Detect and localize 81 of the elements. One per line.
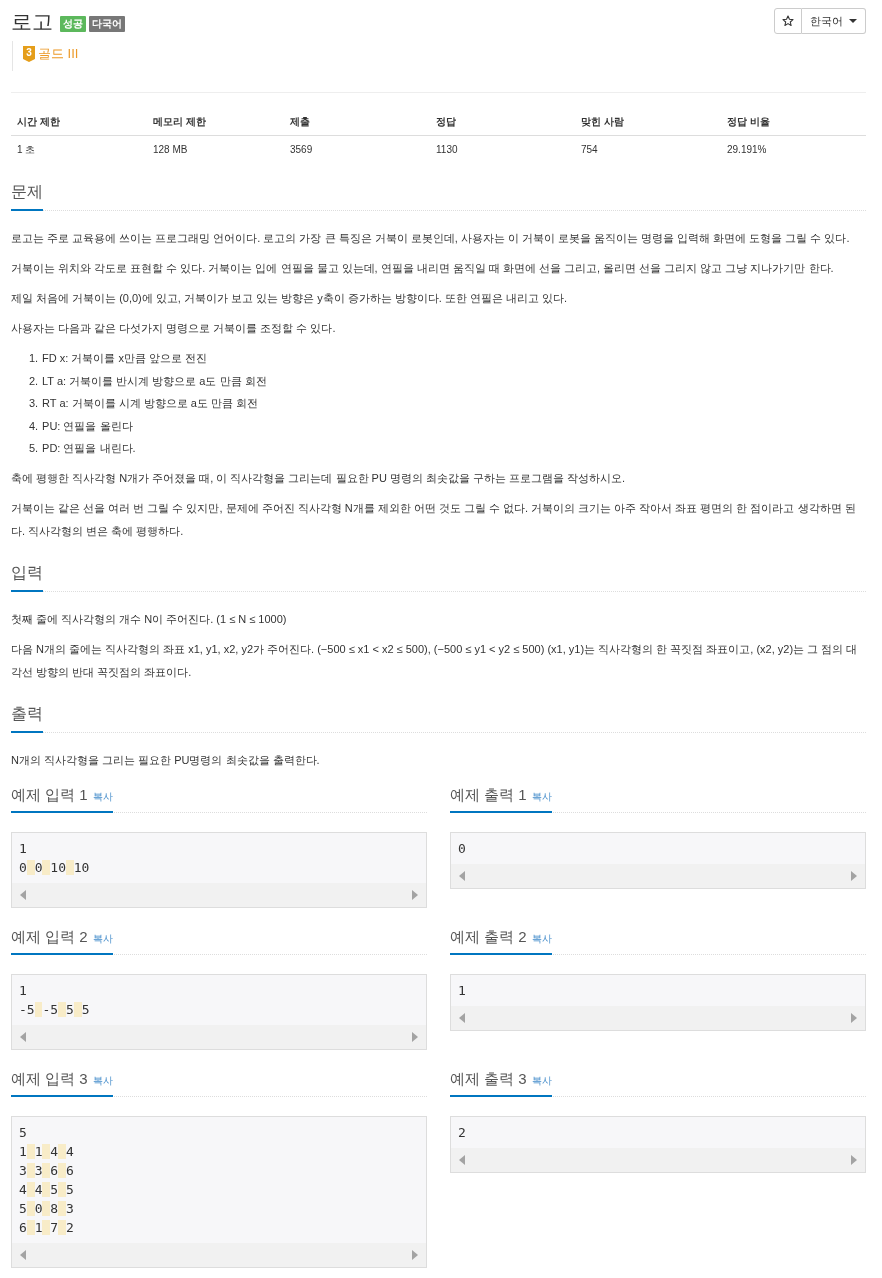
left-triangle-icon[interactable] xyxy=(459,1012,465,1023)
star-button[interactable] xyxy=(774,8,802,34)
sample-title: 예제 출력 3 xyxy=(450,1068,527,1089)
code-line: 6 1 7 2 xyxy=(19,1218,75,1237)
code-line: 4 4 5 5 xyxy=(19,1180,75,1199)
copy-link[interactable]: 복사 xyxy=(92,1073,113,1088)
code-line: 0 xyxy=(458,839,467,858)
section-title: 문제 xyxy=(11,180,43,211)
section-title: 출력 xyxy=(11,701,43,733)
code-line: 1 xyxy=(19,981,28,1000)
column-header: 정답 xyxy=(430,111,575,136)
copy-link[interactable]: 복사 xyxy=(92,931,113,946)
table-cell: 128 MB xyxy=(147,135,284,162)
code-line: -5 -5 5 5 xyxy=(19,1000,91,1019)
sample-title: 예제 출력 2 xyxy=(450,926,527,947)
horizontal-scrollbar[interactable] xyxy=(12,1024,426,1049)
section-title: 입력 xyxy=(11,560,43,592)
sample-title: 예제 입력 3 xyxy=(11,1068,88,1089)
code-line: 1 1 4 4 xyxy=(19,1142,75,1161)
code-line: 1 xyxy=(19,839,28,858)
paragraph: N개의 직사각형을 그리는 필요한 PU명령의 최솟값을 출력한다. xyxy=(11,752,321,768)
problem-title: 로고 xyxy=(11,10,53,34)
list-item: 3. RT a: 거북이를 시계 방향으로 a도 만큼 회전 xyxy=(29,396,259,411)
code-line: 1 xyxy=(458,981,467,1000)
paragraph: 사용자는 다음과 같은 다섯가지 명령으로 거북이를 조정할 수 있다. xyxy=(11,321,337,336)
code-line: 2 xyxy=(458,1123,467,1142)
code-line: 0 0 10 10 xyxy=(19,858,91,877)
list-item: 5. PD: 연필을 내린다. xyxy=(29,441,137,456)
code-line: 3 3 6 6 xyxy=(19,1161,75,1180)
table-cell: 29.191% xyxy=(721,135,866,162)
column-header: 정답 비율 xyxy=(721,111,866,136)
list-item: 4. PU: 연필을 올린다 xyxy=(29,418,134,434)
right-triangle-icon[interactable] xyxy=(851,870,857,881)
column-header: 제출 xyxy=(284,111,430,136)
table-cell: 1130 xyxy=(430,135,575,162)
paragraph: 첫째 줄에 직사각형의 개수 N이 주어진다. (1 ≤ N ≤ 1000) xyxy=(11,611,288,627)
paragraph: 거북이는 같은 선을 여러 번 그릴 수 있지만, 문제에 주어진 직사각형 N개를 제외한 어떤 것도 그릴 수 없다. 거북이의 크기는 아주 작아서 좌표 평면의 한 점이라고 생각하면 된다. 직사각형의 변은 축에 평행하다. xyxy=(11,500,857,539)
horizontal-scrollbar[interactable] xyxy=(12,1242,426,1267)
problem-tag: 다국어 xyxy=(89,16,125,32)
right-triangle-icon[interactable] xyxy=(851,1154,857,1165)
horizontal-scrollbar[interactable] xyxy=(451,1005,865,1030)
copy-link[interactable]: 복사 xyxy=(531,1073,552,1088)
list-item: 2. LT a: 거북이를 반시계 방향으로 a도 만큼 회전 xyxy=(29,373,268,389)
horizontal-scrollbar[interactable] xyxy=(451,863,865,888)
horizontal-scrollbar[interactable] xyxy=(12,882,426,907)
column-header: 맞힌 사람 xyxy=(575,111,721,136)
right-triangle-icon[interactable] xyxy=(412,889,418,900)
copy-link[interactable]: 복사 xyxy=(92,789,113,804)
copy-link[interactable]: 복사 xyxy=(531,789,552,804)
sample-title: 예제 출력 1 xyxy=(450,784,527,805)
tier-label: 골드 III xyxy=(38,45,79,63)
copy-link[interactable]: 복사 xyxy=(531,931,552,946)
column-header: 시간 제한 xyxy=(11,111,147,136)
left-triangle-icon[interactable] xyxy=(20,889,26,900)
list-item: 1. FD x: 거북이를 x만큼 앞으로 전진 xyxy=(29,351,209,366)
table-cell: 754 xyxy=(575,135,721,162)
horizontal-scrollbar[interactable] xyxy=(451,1147,865,1172)
left-triangle-icon[interactable] xyxy=(20,1249,26,1260)
paragraph: 축에 평행한 직사각형 N개가 주어졌을 때, 이 직사각형을 그리는데 필요한 PU 명령의 최솟값을 구하는 프로그램을 작성하시오. xyxy=(11,470,627,486)
sample-title: 예제 입력 1 xyxy=(11,784,88,805)
table-cell: 1 초 xyxy=(11,135,147,162)
sample-title: 예제 입력 2 xyxy=(11,926,88,947)
code-line: 5 xyxy=(19,1123,28,1142)
star-icon xyxy=(782,15,794,27)
code-line: 5 0 8 3 xyxy=(19,1199,75,1218)
paragraph: 로고는 주로 교육용에 쓰이는 프로그래밍 언어이다. 로고의 가장 큰 특징은 거북이 로봇인데, 사용자는 이 거북이 로봇을 움직이는 명령을 입력해 화면에 도형을 그릴 수 있다. xyxy=(11,231,851,246)
paragraph: 다음 N개의 줄에는 직사각형의 좌표 x1, y1, x2, y2가 주어진다. (−500 ≤ x1 < x2 ≤ 500), (−500 ≤ y1 < y2 ≤ 500) (x1, y1)는 직사각형의 한 꼭짓점 좌표이고, (x2, y2)는 그 점의 대각선 방향의 반대 꼭짓점의 좌표이다. xyxy=(11,641,859,680)
problem-tag: 성공 xyxy=(60,16,86,32)
table-cell: 3569 xyxy=(284,135,430,162)
paragraph: 거북이는 위치와 각도로 표현할 수 있다. 거북이는 입에 연필을 물고 있는데, 연필을 내리면 움직일 때 화면에 선을 그리고, 올리면 선을 그리지 않고 그냥 지나가기만 한다. xyxy=(11,261,835,276)
left-triangle-icon[interactable] xyxy=(459,870,465,881)
left-triangle-icon[interactable] xyxy=(20,1031,26,1042)
column-header: 메모리 제한 xyxy=(147,111,284,136)
language-dropdown[interactable]: 한국어 xyxy=(802,8,866,34)
caret-icon xyxy=(849,19,857,23)
right-triangle-icon[interactable] xyxy=(412,1031,418,1042)
right-triangle-icon[interactable] xyxy=(412,1249,418,1260)
tier-badge: 3 xyxy=(23,46,35,62)
left-triangle-icon[interactable] xyxy=(459,1154,465,1165)
paragraph: 제일 처음에 거북이는 (0,0)에 있고, 거북이가 보고 있는 방향은 y축이 증가하는 방향이다. 또한 연필은 내리고 있다. xyxy=(11,291,569,306)
right-triangle-icon[interactable] xyxy=(851,1012,857,1023)
